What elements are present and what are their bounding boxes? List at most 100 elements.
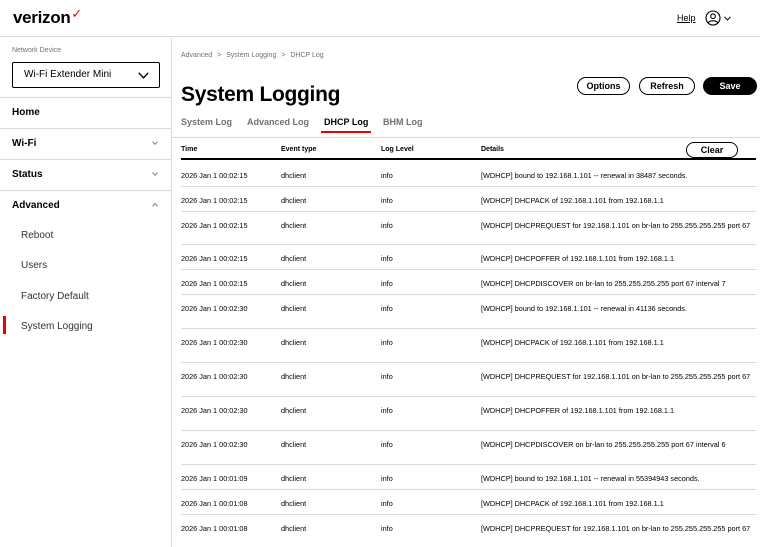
sidebar-item-factory-default[interactable]: Factory Default (0, 282, 171, 312)
table-row: 2026 Jan 1 00:02:15 dhclient info [WDHCP] D… (181, 270, 756, 295)
sidebar-item-label: Advanced (12, 200, 60, 211)
cell-details: [WDHCP] bound to 192.168.1.101 -- renewa… (481, 304, 687, 313)
sidebar-item-system-logging[interactable]: System Logging (0, 312, 171, 342)
tab-label: BHM Log (383, 117, 423, 127)
tab-label: System Log (181, 117, 233, 127)
tab-dhcp-log[interactable]: DHCP Log (321, 117, 372, 133)
page-title: System Logging (181, 83, 341, 106)
cell-details: [WDHCP] DHCPOFFER of 192.168.1.101 from … (481, 406, 675, 415)
tab-bhm-log[interactable]: BHM Log (383, 117, 423, 127)
cell-event-type: dhclient (281, 499, 307, 508)
cell-log-level: info (381, 254, 393, 263)
cell-event-type: dhclient (281, 196, 307, 205)
breadcrumb-item-advanced[interactable]: Advanced (181, 52, 212, 59)
column-header-event-type: Event type (281, 146, 317, 153)
cell-event-type: dhclient (281, 279, 307, 288)
cell-event-type: dhclient (281, 221, 307, 230)
table-row: 2026 Jan 1 00:02:15 dhclient info [WDHCP] D… (181, 187, 756, 212)
device-select-value: Wi-Fi Extender Mini (24, 69, 112, 80)
cell-event-type: dhclient (281, 171, 307, 180)
tab-label: Advanced Log (247, 117, 310, 127)
sidebar-item-reboot[interactable]: Reboot (0, 221, 171, 251)
options-button[interactable]: Options (577, 77, 630, 95)
sidebar-item-label: System Logging (21, 321, 93, 332)
help-link[interactable]: Help (677, 13, 696, 23)
cell-event-type: dhclient (281, 474, 307, 483)
cell-time: 2026 Jan 1 00:02:30 (181, 304, 248, 313)
chevron-down-icon (152, 141, 158, 145)
cell-time: 2026 Jan 1 00:02:15 (181, 196, 248, 205)
cell-event-type: dhclient (281, 524, 307, 533)
sidebar-item-home[interactable]: Home (0, 98, 171, 128)
sidebar-item-label: Users (21, 260, 48, 271)
main-content: Advanced > System Logging > DHCP Log Sys… (172, 38, 760, 547)
cell-details: [WDHCP] bound to 192.168.1.101 -- renewa… (481, 474, 700, 483)
brand-name: verizon (13, 8, 71, 27)
cell-event-type: dhclient (281, 406, 307, 415)
tab-advanced-log[interactable]: Advanced Log (247, 117, 309, 127)
column-header-details: Details (481, 146, 504, 153)
sidebar-item-label: Status (12, 169, 43, 180)
cell-time: 2026 Jan 1 00:02:30 (181, 406, 248, 415)
network-device-select[interactable]: Wi-Fi Extender Mini (12, 62, 160, 88)
cell-details: [WDHCP] DHCPACK of 192.168.1.101 from 19… (481, 338, 664, 347)
cell-details: [WDHCP] DHCPACK of 192.168.1.101 from 19… (481, 499, 664, 508)
tab-system-log[interactable]: System Log (181, 117, 232, 127)
cell-event-type: dhclient (281, 304, 307, 313)
sidebar-item-advanced[interactable]: Advanced (0, 191, 171, 221)
sidebar-item-label: Home (12, 107, 40, 118)
cell-log-level: info (381, 196, 393, 205)
table-row: 2026 Jan 1 00:02:30 dhclient info [WDHCP] D… (181, 363, 756, 397)
cell-log-level: info (381, 304, 393, 313)
top-bar: verizon✓ Help (0, 0, 760, 37)
cell-time: 2026 Jan 1 00:02:15 (181, 279, 248, 288)
chevron-down-icon (724, 15, 731, 21)
network-device-label: Network Device (12, 47, 62, 54)
sidebar-item-users[interactable]: Users (0, 251, 171, 281)
sidebar-item-status[interactable]: Status (0, 160, 171, 190)
column-header-log-level: Log Level (381, 146, 414, 153)
cell-details: [WDHCP] bound to 192.168.1.101 -- renewa… (481, 171, 688, 180)
active-indicator (3, 316, 6, 334)
cell-time: 2026 Jan 1 00:02:30 (181, 372, 248, 381)
clear-button[interactable]: Clear (686, 142, 738, 158)
cell-log-level: info (381, 406, 393, 415)
sidebar-item-label: Wi-Fi (12, 138, 37, 149)
cell-time: 2026 Jan 1 00:02:30 (181, 440, 248, 449)
cell-log-level: info (381, 499, 393, 508)
save-button[interactable]: Save (703, 77, 757, 95)
cell-time: 2026 Jan 1 00:01:08 (181, 524, 248, 533)
cell-log-level: info (381, 279, 393, 288)
table-row: 2026 Jan 1 00:01:08 dhclient info [WDHCP] D… (181, 515, 756, 547)
user-menu[interactable] (705, 9, 745, 27)
cell-time: 2026 Jan 1 00:01:08 (181, 499, 248, 508)
cell-event-type: dhclient (281, 372, 307, 381)
cell-details: [WDHCP] DHCPREQUEST for 192.168.1.101 on… (481, 221, 751, 230)
tab-label: DHCP Log (324, 117, 369, 127)
table-row: 2026 Jan 1 00:01:08 dhclient info [WDHCP] D… (181, 490, 756, 515)
cell-time: 2026 Jan 1 00:02:15 (181, 171, 248, 180)
cell-details: [WDHCP] DHCPREQUEST for 192.168.1.101 on… (481, 524, 751, 533)
cell-event-type: dhclient (281, 338, 307, 347)
chevron-up-icon (152, 203, 158, 207)
cell-log-level: info (381, 440, 393, 449)
sidebar-item-wifi[interactable]: Wi-Fi (0, 129, 171, 159)
cell-details: [WDHCP] DHCPREQUEST for 192.168.1.101 on… (481, 372, 751, 381)
cell-log-level: info (381, 171, 393, 180)
chevron-down-icon (152, 172, 158, 176)
breadcrumb-item-system-logging[interactable]: System Logging (226, 52, 276, 59)
cell-time: 2026 Jan 1 00:02:15 (181, 221, 248, 230)
cell-log-level: info (381, 338, 393, 347)
verizon-logo[interactable]: verizon✓ (13, 6, 82, 28)
cell-log-level: info (381, 221, 393, 230)
sidebar-item-label: Reboot (21, 230, 54, 241)
active-tab-underline (321, 131, 372, 133)
table-row: 2026 Jan 1 00:02:30 dhclient info [WDHCP] D… (181, 329, 756, 363)
cell-details: [WDHCP] DHCPOFFER of 192.168.1.101 from … (481, 254, 675, 263)
sidebar: Network Device Wi-Fi Extender Mini Home … (0, 38, 172, 547)
cell-event-type: dhclient (281, 254, 307, 263)
table-row: 2026 Jan 1 00:02:15 dhclient info [WDHCP] D… (181, 245, 756, 270)
chevron-down-icon (138, 72, 149, 79)
refresh-button[interactable]: Refresh (639, 77, 695, 95)
log-table-header: Time Event type Log Level Details (181, 138, 756, 160)
